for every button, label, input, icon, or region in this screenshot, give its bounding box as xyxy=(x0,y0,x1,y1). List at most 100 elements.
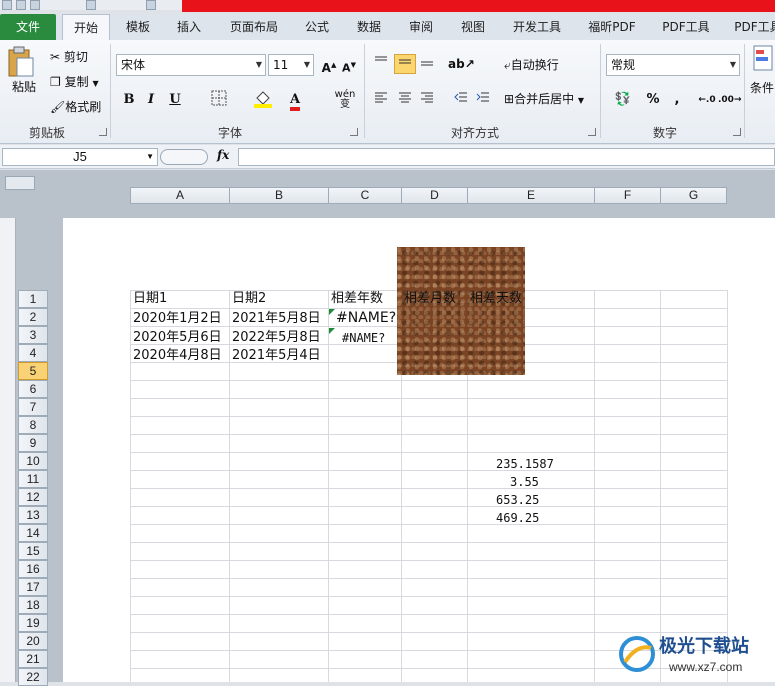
tab-foxit-pdf[interactable]: 福昕PDF xyxy=(580,14,644,40)
row-header-12[interactable]: 12 xyxy=(18,488,48,506)
orientation-button[interactable]: ab↗ xyxy=(448,54,475,74)
cell-e11[interactable]: 3.55 xyxy=(510,473,539,491)
align-left-button[interactable] xyxy=(370,90,392,110)
decrease-indent-button[interactable] xyxy=(450,90,472,110)
font-name-select[interactable]: 宋体 ▼ xyxy=(116,54,266,76)
row-header-21[interactable]: 21 xyxy=(18,650,48,668)
wrap-text-button[interactable]: ⤶自动换行 xyxy=(504,56,559,74)
cell-e12[interactable]: 653.25 xyxy=(496,491,539,509)
row-header-10[interactable]: 10 xyxy=(18,452,48,470)
currency-button[interactable]: 💱 xyxy=(608,90,638,110)
increase-indent-button[interactable] xyxy=(472,90,494,110)
fill-color-button[interactable] xyxy=(252,90,274,110)
tab-template[interactable]: 模板 xyxy=(117,14,159,40)
tab-file[interactable]: 文件 xyxy=(0,14,56,40)
tab-pdf-tools[interactable]: PDF工具 xyxy=(654,14,718,40)
shrink-font-button[interactable]: A▼ xyxy=(338,55,360,75)
format-painter-button[interactable]: 🖌格式刷 xyxy=(50,98,101,116)
tab-page-layout[interactable]: 页面布局 xyxy=(222,14,286,40)
save-icon[interactable] xyxy=(16,0,26,10)
row-header-11[interactable]: 11 xyxy=(18,470,48,488)
cut-button[interactable]: ✂ 剪切 xyxy=(50,48,88,66)
decrease-decimal-button[interactable]: .00→ xyxy=(718,90,741,110)
conditional-format-button[interactable]: 条件 xyxy=(750,44,775,106)
cell-a4[interactable]: 2020年4月8日 xyxy=(133,347,222,365)
cell-c3[interactable]: #NAME? xyxy=(342,329,385,347)
row-header-19[interactable]: 19 xyxy=(18,614,48,632)
row-header-16[interactable]: 16 xyxy=(18,560,48,578)
percent-button[interactable]: % xyxy=(642,90,664,110)
column-header-e[interactable]: E xyxy=(467,187,595,204)
name-box[interactable]: J5 ▼ xyxy=(2,148,158,166)
phonetic-button[interactable]: wén 变 xyxy=(330,90,360,110)
redo-icon[interactable] xyxy=(86,0,96,10)
formula-bar-toggle[interactable] xyxy=(160,149,208,165)
tab-insert[interactable]: 插入 xyxy=(168,14,210,40)
paste-button[interactable]: 粘贴 xyxy=(6,46,42,108)
comma-button[interactable]: , xyxy=(666,90,688,110)
cell-d1[interactable]: 相差月数 xyxy=(404,290,456,308)
font-color-button[interactable]: A xyxy=(284,90,306,111)
cell-b2[interactable]: 2021年5月8日 xyxy=(232,310,321,328)
row-header-6[interactable]: 6 xyxy=(18,380,48,398)
row-header-22[interactable]: 22 xyxy=(18,668,48,686)
font-size-select[interactable]: 11 ▼ xyxy=(268,54,314,76)
bold-button[interactable]: B xyxy=(118,90,140,110)
cell-a2[interactable]: 2020年1月2日 xyxy=(133,310,222,328)
cell-b3[interactable]: 2022年5月8日 xyxy=(232,329,321,347)
cell-c1[interactable]: 相差年数 xyxy=(331,290,383,308)
alignment-launcher-icon[interactable] xyxy=(588,128,596,136)
align-right-button[interactable] xyxy=(416,90,438,110)
row-header-17[interactable]: 17 xyxy=(18,578,48,596)
leather-texture-image[interactable] xyxy=(397,247,525,375)
number-launcher-icon[interactable] xyxy=(733,128,741,136)
cell-c2[interactable]: #NAME? xyxy=(336,309,396,327)
cell-e13[interactable]: 469.25 xyxy=(496,509,539,527)
clipboard-launcher-icon[interactable] xyxy=(99,128,107,136)
row-header-1[interactable]: 1 xyxy=(18,290,48,308)
quick-access-icon[interactable] xyxy=(146,0,156,10)
row-header-14[interactable]: 14 xyxy=(18,524,48,542)
tab-view[interactable]: 视图 xyxy=(452,14,494,40)
insert-function-icon[interactable]: fx xyxy=(217,148,229,162)
copy-button[interactable]: ❐ 复制 ▼ xyxy=(50,73,99,93)
cell-b1[interactable]: 日期2 xyxy=(232,290,266,308)
cell-b4[interactable]: 2021年5月4日 xyxy=(232,347,321,365)
select-all-corner[interactable] xyxy=(5,176,35,190)
align-center-button[interactable] xyxy=(394,90,416,110)
row-header-4[interactable]: 4 xyxy=(18,344,48,362)
row-header-5[interactable]: 5 xyxy=(18,362,48,380)
align-bottom-button[interactable] xyxy=(416,54,438,74)
grow-font-button[interactable]: A▲ xyxy=(318,55,340,75)
row-header-18[interactable]: 18 xyxy=(18,596,48,614)
row-header-8[interactable]: 8 xyxy=(18,416,48,434)
row-header-15[interactable]: 15 xyxy=(18,542,48,560)
merge-center-button[interactable]: ⊞合并后居中 ▼ xyxy=(504,90,584,110)
font-launcher-icon[interactable] xyxy=(350,128,358,136)
column-header-d[interactable]: D xyxy=(401,187,468,204)
increase-decimal-button[interactable]: ←.0 xyxy=(696,90,718,110)
column-header-g[interactable]: G xyxy=(660,187,727,204)
tab-developer[interactable]: 开发工具 xyxy=(504,14,570,40)
column-header-b[interactable]: B xyxy=(229,187,329,204)
row-header-20[interactable]: 20 xyxy=(18,632,48,650)
cell-e1[interactable]: 相差天数 xyxy=(470,290,522,308)
row-header-7[interactable]: 7 xyxy=(18,398,48,416)
tab-review[interactable]: 审阅 xyxy=(400,14,442,40)
column-header-f[interactable]: F xyxy=(594,187,661,204)
italic-button[interactable]: I xyxy=(140,90,162,110)
align-middle-button[interactable] xyxy=(394,54,416,74)
align-top-button[interactable] xyxy=(370,54,392,74)
tab-home[interactable]: 开始 xyxy=(62,14,110,40)
cell-a1[interactable]: 日期1 xyxy=(133,290,167,308)
row-header-2[interactable]: 2 xyxy=(18,308,48,326)
row-header-13[interactable]: 13 xyxy=(18,506,48,524)
tab-data[interactable]: 数据 xyxy=(348,14,390,40)
cell-e10[interactable]: 235.1587 xyxy=(496,455,554,473)
column-header-a[interactable]: A xyxy=(130,187,230,204)
tab-formulas[interactable]: 公式 xyxy=(296,14,338,40)
number-format-select[interactable]: 常规 ▼ xyxy=(606,54,740,76)
column-header-c[interactable]: C xyxy=(328,187,402,204)
formula-input[interactable] xyxy=(238,148,775,166)
borders-button[interactable] xyxy=(208,90,230,110)
